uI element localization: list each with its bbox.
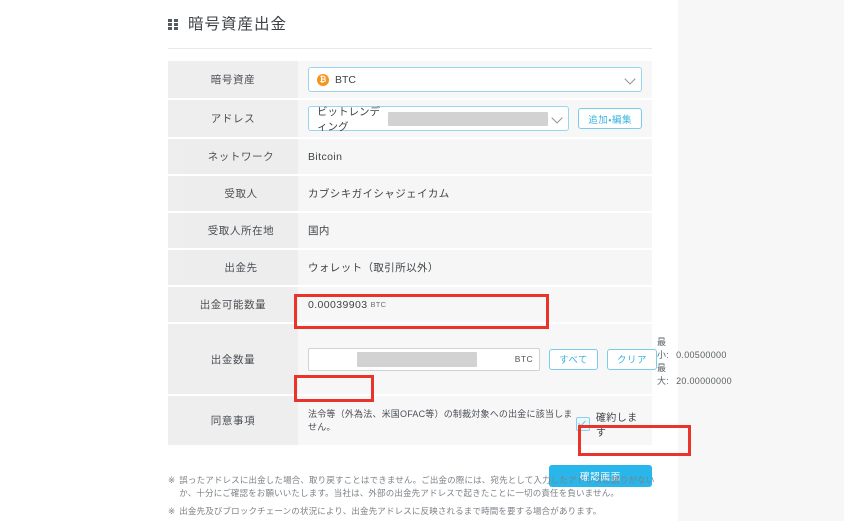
row-available: 出金可能数量 0.00039903 BTC bbox=[168, 287, 652, 324]
card-header: 暗号資産出金 bbox=[150, 0, 670, 38]
label-recipient: 受取人 bbox=[184, 176, 298, 212]
withdrawal-card: 暗号資産出金 暗号資産 ₿ BTC アドレス ビットレンディング 追加・編集 ネ… bbox=[150, 0, 732, 521]
row-indent bbox=[168, 139, 184, 175]
footer-notes: ※ 誤ったアドレスに出金した場合、取り戻すことはできません。ご出金の際には、宛先… bbox=[168, 474, 668, 524]
amount-max-label: 最大: bbox=[656, 363, 670, 387]
row-recipient: 受取人 カブシキガイシャジェイカム bbox=[168, 176, 652, 213]
amount-min-value: 0.00500000 bbox=[676, 350, 727, 361]
address-redacted-block bbox=[388, 111, 549, 126]
available-amount: 0.00039903 bbox=[308, 298, 368, 311]
page-title: 暗号資産出金 bbox=[188, 15, 288, 33]
row-network: ネットワーク Bitcoin bbox=[168, 139, 652, 176]
recipient-value: カブシキガイシャジェイカム bbox=[308, 188, 450, 200]
row-address: アドレス ビットレンディング 追加・編集 bbox=[168, 100, 652, 139]
recipient-location-value: 国内 bbox=[308, 225, 330, 237]
page-right-gutter bbox=[678, 0, 844, 521]
chevron-down-icon bbox=[624, 72, 636, 85]
value-network: Bitcoin bbox=[298, 139, 652, 175]
label-network: ネットワーク bbox=[184, 139, 298, 175]
address-select[interactable]: ビットレンディング bbox=[308, 105, 570, 133]
agreement-checkbox-row[interactable]: 確約します bbox=[575, 409, 642, 440]
label-address: アドレス bbox=[168, 100, 298, 138]
amount-input[interactable]: BTC bbox=[308, 347, 540, 371]
amount-max-line: 最大: 20.00000000 bbox=[657, 362, 732, 388]
withdrawal-form: 暗号資産 ₿ BTC アドレス ビットレンディング 追加・編集 ネットワーク B… bbox=[168, 60, 732, 448]
bitcoin-icon: ₿ bbox=[317, 73, 329, 86]
chevron-down-icon bbox=[551, 111, 563, 124]
amount-unit: BTC bbox=[514, 354, 533, 365]
row-indent bbox=[168, 250, 184, 286]
asset-select[interactable]: ₿ BTC bbox=[308, 67, 642, 92]
network-value: Bitcoin bbox=[308, 150, 343, 163]
row-indent bbox=[168, 176, 184, 212]
row-indent bbox=[168, 213, 184, 249]
note-item: ※ 誤ったアドレスに出金した場合、取り戻すことはできません。ご出金の際には、宛先… bbox=[168, 474, 668, 500]
amount-all-button[interactable]: すべて bbox=[549, 348, 598, 370]
address-select-value: ビットレンディング bbox=[317, 105, 380, 133]
label-recipient-location: 受取人所在地 bbox=[184, 213, 298, 249]
available-unit: BTC bbox=[370, 300, 387, 309]
row-destination: 出金先 ウォレット（取引所以外） bbox=[168, 250, 652, 287]
asset-select-value: BTC bbox=[335, 73, 356, 86]
amount-controls: BTC すべて クリア bbox=[308, 347, 657, 371]
value-amount: BTC すべて クリア 最小: 0.00500000 最大: 20.00000000 bbox=[298, 324, 732, 396]
label-asset: 暗号資産 bbox=[168, 61, 298, 99]
amount-clear-button[interactable]: クリア bbox=[606, 348, 657, 370]
amount-min-label: 最小: bbox=[656, 337, 670, 361]
withdrawal-page: 暗号資産出金 暗号資産 ₿ BTC アドレス ビットレンディング 追加・編集 ネ… bbox=[0, 0, 844, 521]
note-item: ※ 出金先及びブロックチェーンの状況により、出金先アドレスに反映されるまで時間を… bbox=[168, 505, 668, 518]
row-agreement: 同意事項 法令等（外為法、米国OFAC等）の制裁対象への出金に該当しません。 確… bbox=[168, 396, 652, 448]
value-recipient-location: 国内 bbox=[298, 213, 652, 249]
amount-min-line: 最小: 0.00500000 bbox=[657, 336, 732, 362]
address-edit-button[interactable]: 追加・編集 bbox=[578, 108, 642, 129]
label-agreement: 同意事項 bbox=[168, 396, 298, 447]
value-asset: ₿ BTC bbox=[298, 61, 652, 99]
amount-max-value: 20.00000000 bbox=[676, 376, 732, 387]
row-amount: 出金数量 BTC すべて クリア 最小: 0.00500000 最大: 20.0… bbox=[168, 324, 732, 397]
label-available: 出金可能数量 bbox=[168, 287, 298, 323]
row-recipient-location: 受取人所在地 国内 bbox=[168, 213, 652, 250]
note-mark: ※ bbox=[168, 475, 176, 485]
value-agreement: 法令等（外為法、米国OFAC等）の制裁対象への出金に該当しません。 確約します bbox=[298, 396, 652, 447]
amount-limits: 最小: 0.00500000 最大: 20.00000000 bbox=[657, 336, 732, 388]
header-divider bbox=[168, 48, 652, 49]
label-destination: 出金先 bbox=[184, 250, 298, 286]
agreement-checkbox-label: 確約します bbox=[595, 413, 638, 440]
value-recipient: カブシキガイシャジェイカム bbox=[298, 176, 652, 212]
note-text: 誤ったアドレスに出金した場合、取り戻すことはできません。ご出金の際には、宛先とし… bbox=[179, 475, 655, 499]
note-mark: ※ bbox=[168, 506, 176, 517]
agreement-text: 法令等（外為法、米国OFAC等）の制裁対象への出金に該当しません。 bbox=[308, 409, 573, 432]
note-text: 出金先及びブロックチェーンの状況により、出金先アドレスに反映されるまで時間を要す… bbox=[179, 506, 602, 517]
label-amount: 出金数量 bbox=[168, 324, 298, 396]
amount-redacted-block bbox=[357, 351, 477, 367]
value-available: 0.00039903 BTC bbox=[298, 287, 652, 323]
agreement-checkbox[interactable] bbox=[575, 417, 590, 432]
value-destination: ウォレット（取引所以外） bbox=[298, 250, 652, 286]
grid-icon bbox=[168, 19, 179, 30]
row-asset: 暗号資産 ₿ BTC bbox=[168, 61, 652, 100]
value-address: ビットレンディング 追加・編集 bbox=[298, 100, 652, 138]
destination-value: ウォレット（取引所以外） bbox=[308, 262, 439, 274]
